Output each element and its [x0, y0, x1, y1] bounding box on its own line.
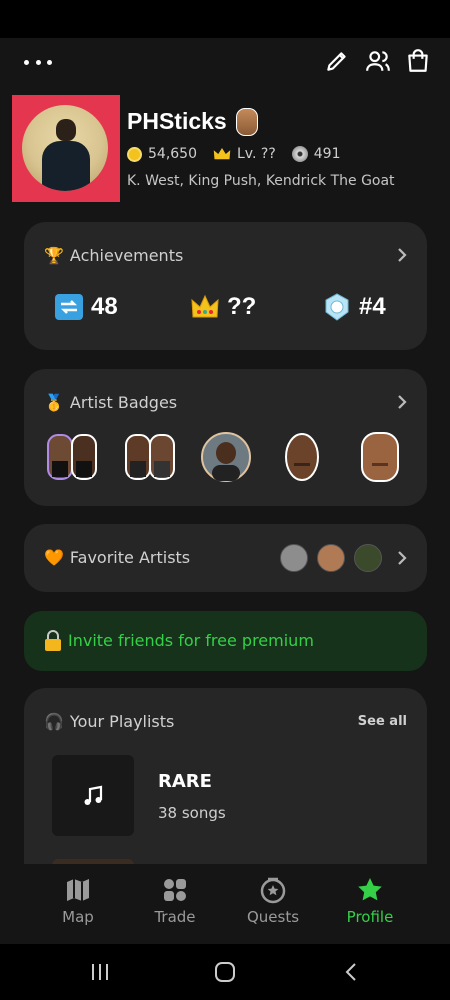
artist-badge[interactable] — [46, 431, 98, 483]
favorite-artists-title: 🧡 Favorite Artists — [44, 548, 191, 567]
trophy-icon: 🏆 — [44, 246, 64, 265]
favorite-artists-line: K. West, King Push, Kendrick The Goat — [127, 173, 395, 189]
bottom-nav: Map Trade Quests Profile — [0, 864, 450, 944]
map-icon — [67, 879, 89, 901]
coins-value: 54,650 — [148, 146, 197, 162]
medal-icon — [325, 293, 349, 321]
playlist-name[interactable]: RARE — [158, 771, 212, 792]
back-icon[interactable] — [340, 960, 364, 984]
favorite-artist-avatar[interactable] — [317, 544, 345, 572]
nav-profile[interactable]: Profile — [325, 876, 415, 926]
recent-apps-icon[interactable] — [88, 960, 112, 984]
friends-icon[interactable] — [365, 48, 391, 74]
achievement-repeat: 48 — [54, 293, 118, 321]
disc-icon — [291, 146, 308, 162]
lock-icon — [45, 630, 61, 651]
chevron-right-icon[interactable] — [397, 394, 407, 410]
favorite-artist-avatar[interactable] — [354, 544, 382, 572]
coin-icon — [127, 146, 142, 162]
crown-icon — [191, 294, 219, 318]
quests-icon — [260, 877, 286, 904]
more-menu-icon[interactable] — [24, 54, 52, 70]
artist-badge[interactable] — [276, 431, 328, 483]
achievement-rank: #4 — [322, 293, 386, 321]
achievements-title: 🏆 Achievements — [44, 246, 184, 265]
invite-friends-banner[interactable]: Invite friends for free premium — [24, 611, 427, 671]
artist-badge[interactable] — [124, 431, 176, 483]
playlists-title: 🎧 Your Playlists — [44, 712, 175, 731]
artist-badge[interactable] — [200, 431, 252, 483]
artist-badges-title: 🥇 Artist Badges — [44, 393, 178, 412]
edit-icon[interactable] — [324, 48, 350, 74]
heart-icon: 🧡 — [44, 548, 64, 567]
home-icon[interactable] — [213, 960, 237, 984]
system-nav-bar — [0, 944, 450, 1000]
artist-badge[interactable] — [354, 431, 406, 483]
level-value: Lv. ?? — [237, 146, 276, 162]
profile-screen: PHSticks 54,650 Lv. ?? 491 K. West, King… — [0, 38, 450, 944]
headphones-icon: 🎧 — [44, 712, 64, 731]
favorite-artists-card[interactable]: 🧡 Favorite Artists — [24, 524, 427, 592]
chevron-right-icon[interactable] — [397, 550, 407, 566]
nav-map[interactable]: Map — [33, 876, 123, 926]
playlist-thumbnail[interactable] — [52, 755, 134, 836]
shop-bag-icon[interactable] — [405, 48, 431, 74]
nav-quests[interactable]: Quests — [228, 876, 318, 926]
artist-badges-card[interactable]: 🥇 Artist Badges — [24, 369, 427, 506]
achievements-card[interactable]: 🏆 Achievements 48 ?? #4 — [24, 222, 427, 350]
profile-sticker-icon — [236, 108, 258, 136]
avatar[interactable] — [22, 105, 108, 191]
playlist-song-count: 38 songs — [158, 804, 226, 822]
profile-stats: 54,650 Lv. ?? 491 — [127, 146, 357, 162]
medal-icon: 🥇 — [44, 393, 64, 412]
nav-trade[interactable]: Trade — [130, 876, 220, 926]
achievement-crown: ?? — [190, 293, 256, 321]
see-all-link[interactable]: See all — [358, 714, 407, 729]
status-bar — [0, 0, 450, 38]
music-note-icon — [84, 785, 103, 805]
crown-icon — [213, 148, 231, 160]
trade-icon — [164, 879, 186, 901]
chevron-right-icon[interactable] — [397, 247, 407, 263]
playlists-card: 🎧 Your Playlists See all RARE 38 songs — [24, 688, 427, 888]
repeat-icon — [55, 294, 83, 320]
favorite-artist-avatar[interactable] — [280, 544, 308, 572]
invite-text: Invite friends for free premium — [68, 631, 314, 650]
star-icon — [358, 878, 382, 901]
username: PHSticks — [127, 108, 227, 134]
discs-value: 491 — [313, 146, 341, 162]
